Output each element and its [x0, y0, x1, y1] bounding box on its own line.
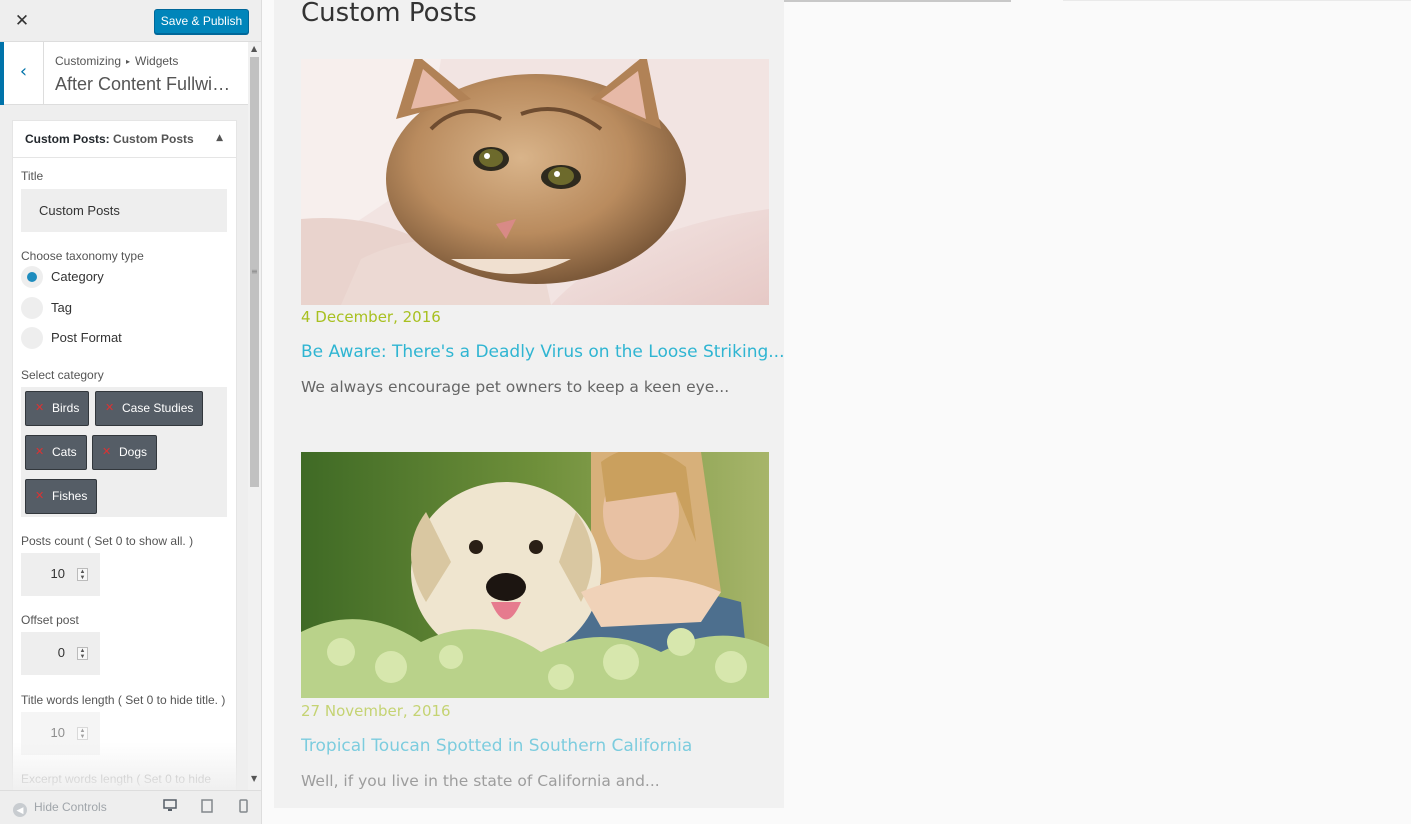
dog-and-woman-photo[interactable] [301, 452, 769, 698]
excerpt-words-label: Excerpt words length ( Set 0 to hide [21, 772, 212, 786]
customizer-footer: ◀ Hide Controls [0, 790, 261, 824]
customizer-sidebar: ✕ Save & Publish ‹ Customizing ▸ Widgets A… [0, 0, 262, 824]
sidebar-scrollbar[interactable]: ▲ ≡ ▼ [248, 42, 261, 790]
category-tag-label: Case Studies [122, 401, 194, 415]
posts-count-label: Posts count ( Set 0 to show all. ) [21, 534, 194, 548]
chevron-left-icon[interactable]: ‹ [0, 42, 44, 105]
hide-controls-label: Hide Controls [34, 800, 107, 814]
post-excerpt: We always encourage pet owners to keep a… [301, 378, 730, 396]
remove-icon[interactable]: ✕ [102, 436, 111, 469]
custom-posts-widget: Custom Posts: Custom Posts ▲ Title Custo… [12, 120, 237, 790]
remove-icon[interactable]: ✕ [105, 392, 114, 425]
category-tag-label: Dogs [119, 445, 148, 459]
title-input[interactable]: Custom Posts [21, 189, 227, 232]
breadcrumb: Customizing ▸ Widgets [55, 54, 178, 68]
section-title: After Content Fullwidt... [55, 74, 240, 94]
offset-input[interactable]: 0 ▲ ▼ [21, 632, 100, 675]
desktop-icon[interactable] [162, 799, 178, 824]
title-label: Title [21, 169, 44, 183]
close-icon[interactable]: ✕ [0, 0, 44, 42]
category-tag-label: Cats [52, 445, 77, 459]
scroll-grip-icon: ≡ [251, 267, 258, 276]
site-preview[interactable]: Custom Posts 4 December, 2016 Be Aware: … [262, 0, 1411, 824]
post-title-link[interactable]: Be Aware: There's a Deadly Virus on the … [301, 342, 791, 362]
category-tag-case-studies: ✕ Case Studies [95, 391, 204, 426]
remove-icon[interactable]: ✕ [35, 392, 44, 425]
radio-tag-control[interactable] [21, 297, 43, 319]
offset-value: 0 [57, 645, 65, 660]
controls-scroll-area[interactable]: ‹ Customizing ▸ Widgets After Content Full… [0, 42, 248, 790]
arrow-left-circle-icon: ◀ [13, 803, 27, 817]
radio-category-control[interactable] [21, 266, 43, 288]
radio-tag-label: Tag [51, 300, 72, 315]
spinner-icon[interactable]: ▲ ▼ [77, 727, 88, 740]
category-tag-label: Birds [52, 401, 80, 415]
category-tag-birds: ✕ Birds [25, 391, 90, 426]
content-column: Custom Posts 4 December, 2016 Be Aware: … [274, 0, 784, 808]
category-tag-label: Fishes [52, 489, 88, 503]
remove-icon[interactable]: ✕ [35, 480, 44, 513]
taxonomy-label: Choose taxonomy type [21, 249, 144, 263]
widget-title-name: Custom Posts [113, 132, 194, 146]
tablet-icon[interactable] [199, 799, 215, 815]
post-date: 4 December, 2016 [301, 308, 441, 326]
offset-label: Offset post [21, 613, 79, 627]
title-words-value: 10 [50, 725, 65, 740]
widget-title-prefix: Custom Posts: [25, 132, 110, 146]
scroll-down-icon[interactable]: ▼ [251, 774, 257, 783]
category-select[interactable]: ✕ Birds ✕ Case Studies ✕ Cats ✕ Dogs ✕ Fishes [21, 387, 227, 517]
customizer-header: ✕ Save & Publish [0, 0, 261, 42]
scroll-up-icon[interactable]: ▲ [251, 44, 257, 53]
post-title-link[interactable]: Tropical Toucan Spotted in Southern Cali… [301, 736, 791, 756]
posts-count-input[interactable]: 10 ▲ ▼ [21, 553, 100, 596]
hide-controls-button[interactable]: ◀ Hide Controls [13, 800, 107, 817]
widget-title: Custom Posts: Custom Posts [25, 132, 194, 146]
save-publish-button[interactable]: Save & Publish [154, 9, 249, 34]
title-words-input[interactable]: 10 ▲ ▼ [21, 712, 100, 755]
mobile-icon[interactable] [235, 799, 251, 815]
spinner-icon[interactable]: ▲ ▼ [77, 647, 88, 660]
remove-icon[interactable]: ✕ [35, 436, 44, 469]
breadcrumb-current: Widgets [135, 54, 179, 68]
widget-header[interactable]: Custom Posts: Custom Posts ▲ [13, 121, 236, 158]
radio-category-label: Category [51, 269, 104, 284]
preview-divider-right [1063, 0, 1411, 1]
category-tag-fishes: ✕ Fishes [25, 479, 98, 514]
category-label: Select category [21, 368, 104, 382]
widget-heading: Custom Posts [301, 0, 477, 28]
category-tag-cats: ✕ Cats [25, 435, 87, 470]
breadcrumb-root: Customizing [55, 54, 122, 68]
radio-post-format-label: Post Format [51, 330, 122, 345]
radio-post-format-control[interactable] [21, 327, 43, 349]
post-excerpt: Well, if you live in the state of Califo… [301, 772, 660, 790]
triangle-up-icon[interactable]: ▲ [216, 133, 223, 143]
post-date: 27 November, 2016 [301, 702, 451, 720]
title-words-label: Title words length ( Set 0 to hide title… [21, 693, 226, 707]
breadcrumb-separator-icon: ▸ [126, 57, 131, 66]
spinner-icon[interactable]: ▲ ▼ [77, 568, 88, 581]
category-tag-dogs: ✕ Dogs [92, 435, 158, 470]
posts-count-value: 10 [50, 566, 65, 581]
section-header: ‹ Customizing ▸ Widgets After Content Full… [0, 42, 248, 105]
cat-photo[interactable] [301, 59, 769, 305]
